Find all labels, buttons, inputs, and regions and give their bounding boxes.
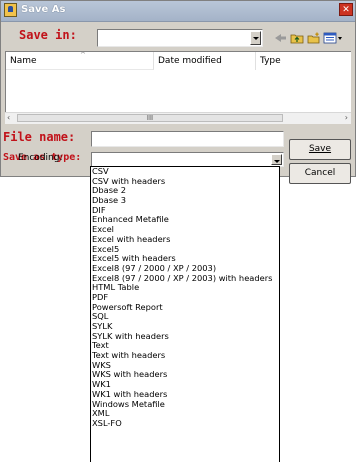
up-folder-icon[interactable] [290, 32, 304, 44]
type-option[interactable]: Excel with headers [91, 234, 279, 245]
sort-arrow-icon: ^ [80, 51, 86, 59]
type-option[interactable]: WKS with headers [91, 370, 279, 380]
app-icon [4, 3, 17, 17]
new-folder-icon[interactable] [307, 32, 321, 44]
save-as-dialog: Save As ✕ Save in: Name ^ Date modified … [0, 0, 356, 184]
back-arrow-icon[interactable] [273, 32, 287, 44]
save-button[interactable]: Save [289, 139, 351, 160]
chevron-down-icon[interactable] [271, 154, 282, 165]
close-icon[interactable]: ✕ [339, 3, 353, 16]
save-in-label: Save in: [19, 28, 77, 42]
views-menu-icon[interactable] [323, 32, 343, 44]
horizontal-scrollbar[interactable]: ‹ III › [5, 112, 351, 124]
save-as-type-dropdown[interactable]: CSV CSV with headers Dbase 2 Dbase 3 DIF Enha… [90, 166, 280, 462]
window-title: Save As [21, 4, 66, 15]
encoding-label: Encoding: [18, 153, 63, 163]
save-as-type-combo[interactable] [91, 152, 284, 167]
type-option[interactable]: Dbase 3 [91, 195, 279, 206]
scroll-left-icon[interactable]: ‹ [7, 113, 10, 122]
column-header-name[interactable]: Name ^ [6, 51, 154, 70]
scroll-thumb[interactable]: III [17, 114, 283, 122]
type-option[interactable]: HTML Table [91, 283, 279, 293]
file-name-input[interactable] [91, 131, 284, 147]
type-option[interactable]: XSL-FO [91, 418, 279, 429]
type-option[interactable]: Enhanced Metafile [91, 215, 279, 225]
file-name-label: File name: [3, 130, 76, 144]
chevron-down-icon[interactable] [250, 31, 261, 45]
column-header-date-modified[interactable]: Date modified [154, 52, 256, 70]
cancel-button[interactable]: Cancel [289, 163, 351, 184]
scroll-right-icon[interactable]: › [345, 113, 348, 122]
type-option[interactable]: SQL [91, 312, 279, 322]
type-option[interactable]: Text with headers [91, 350, 279, 361]
type-option-list: CSV CSV with headers Dbase 2 Dbase 3 DIF Enha… [91, 166, 279, 429]
type-option[interactable]: Windows Metafile [91, 399, 279, 410]
type-option[interactable]: Powersoft Report [91, 302, 279, 313]
save-in-combo[interactable] [97, 29, 263, 47]
column-header-type[interactable]: Type [256, 52, 351, 70]
title-bar[interactable]: Save As ✕ [1, 1, 355, 22]
type-option[interactable]: SYLK with headers [91, 331, 279, 342]
